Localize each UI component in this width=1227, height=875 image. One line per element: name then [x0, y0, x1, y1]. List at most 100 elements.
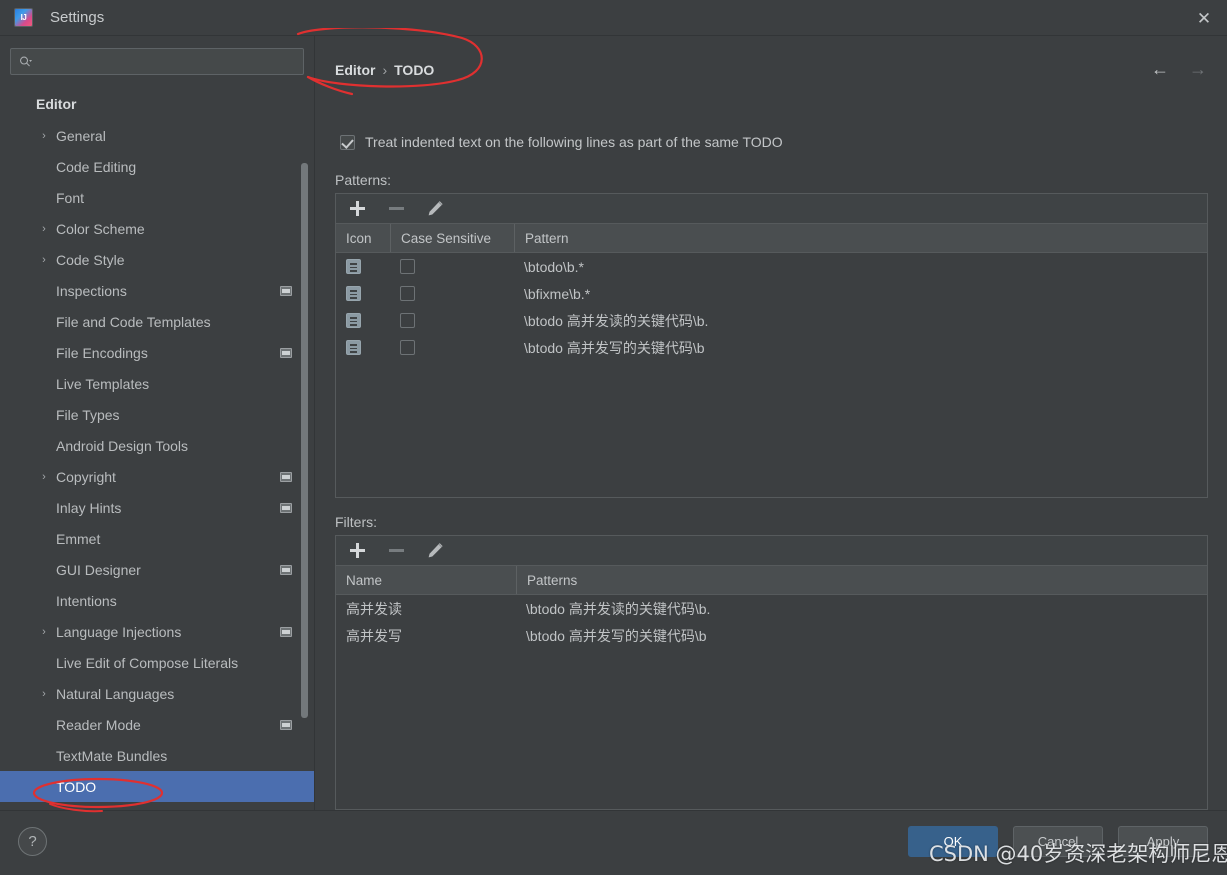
case-sensitive-cell[interactable] — [390, 253, 514, 280]
close-icon[interactable]: ✕ — [1181, 0, 1227, 36]
case-sensitive-cell[interactable] — [390, 280, 514, 307]
sidebar-item-label: GUI Designer — [56, 561, 141, 578]
chevron-right-icon[interactable]: › — [38, 626, 50, 638]
breadcrumb-parent[interactable]: Editor — [335, 62, 375, 78]
patterns-table-body: \btodo\b.* \bfixme\b.* \btodo 高并发读的关键代码\b.… — [336, 253, 1207, 361]
todo-pattern-icon — [346, 313, 361, 328]
pattern-icon-cell — [336, 334, 390, 361]
project-scope-badge-icon — [280, 564, 292, 575]
chevron-right-icon[interactable]: › — [38, 471, 50, 483]
patterns-header: Icon Case Sensitive Pattern — [336, 224, 1207, 253]
sidebar-item-live-edit-of-compose-literals[interactable]: Live Edit of Compose Literals — [0, 647, 314, 678]
sidebar-item-inspections[interactable]: Inspections — [0, 275, 314, 306]
patterns-col-case: Case Sensitive — [390, 224, 514, 252]
search-input[interactable] — [39, 49, 297, 74]
treat-indented-checkbox[interactable] — [340, 134, 355, 150]
chevron-right-icon[interactable]: › — [38, 688, 50, 700]
pattern-text-cell: \btodo 高并发写的关键代码\b — [524, 339, 705, 356]
search-icon — [20, 56, 32, 66]
filters-table-row[interactable]: 高并发写 \btodo 高并发写的关键代码\b — [336, 622, 1207, 649]
search-box[interactable] — [10, 48, 304, 75]
sidebar-item-font[interactable]: Font — [0, 182, 314, 213]
sidebar-item-copyright[interactable]: › Copyright — [0, 461, 314, 492]
sidebar-item-language-injections[interactable]: › Language Injections — [0, 616, 314, 647]
sidebar-item-label: Code Style — [56, 251, 125, 268]
sidebar-item-label: Live Templates — [56, 375, 150, 392]
sidebar-scrollbar[interactable] — [300, 88, 309, 744]
sidebar-item-gui-designer[interactable]: GUI Designer — [0, 554, 314, 585]
sidebar-item-code-style[interactable]: › Code Style — [0, 244, 314, 275]
project-scope-badge-icon — [280, 347, 292, 358]
case-sensitive-checkbox[interactable] — [400, 313, 415, 328]
sidebar-item-inlay-hints[interactable]: Inlay Hints — [0, 492, 314, 523]
pattern-text-cell: \btodo 高并发读的关键代码\b. — [524, 312, 709, 329]
sidebar-item-label: Natural Languages — [56, 685, 175, 702]
filters-add-icon[interactable] — [348, 541, 367, 560]
settings-main-panel: Editor › TODO ← → Treat indented text on t… — [316, 36, 1227, 810]
help-button[interactable]: ? — [18, 827, 47, 856]
sidebar-item-intentions[interactable]: Intentions — [0, 585, 314, 616]
sidebar-item-natural-languages[interactable]: › Natural Languages — [0, 678, 314, 709]
sidebar-item-label: Code Editing — [56, 158, 137, 175]
sidebar-item-file-and-code-templates[interactable]: File and Code Templates — [0, 306, 314, 337]
patterns-table-row[interactable]: \btodo 高并发读的关键代码\b. — [336, 307, 1207, 334]
case-sensitive-checkbox[interactable] — [400, 340, 415, 355]
project-scope-badge-icon — [280, 285, 292, 296]
case-sensitive-cell[interactable] — [390, 334, 514, 361]
search-container — [0, 36, 314, 75]
sidebar-item-code-editing[interactable]: Code Editing — [0, 151, 314, 182]
sidebar-item-android-design-tools[interactable]: Android Design Tools — [0, 430, 314, 461]
sidebar-item-file-encodings[interactable]: File Encodings — [0, 337, 314, 368]
filters-table-body: 高并发读 \btodo 高并发读的关键代码\b. 高并发写 \btodo 高并发写的关… — [336, 595, 1207, 649]
patterns-remove-icon[interactable] — [387, 199, 406, 218]
sidebar-item-todo[interactable]: TODO — [0, 771, 314, 802]
patterns-table-row[interactable]: \btodo\b.* — [336, 253, 1207, 280]
title-bar: Settings ✕ — [0, 0, 1227, 36]
chevron-right-icon[interactable]: › — [38, 254, 50, 266]
settings-dialog: Settings ✕ Editor › General Code Editing Fo… — [0, 0, 1227, 875]
sidebar-item-label: TextMate Bundles — [56, 747, 168, 764]
treat-indented-label: Treat indented text on the following lin… — [365, 134, 783, 150]
patterns-table-row[interactable]: \btodo 高并发写的关键代码\b — [336, 334, 1207, 361]
sidebar-item-label: File Encodings — [56, 344, 148, 361]
pattern-icon-cell — [336, 307, 390, 334]
settings-sidebar: Editor › General Code Editing Font › Color Sc… — [0, 36, 315, 810]
breadcrumb-current: TODO — [394, 62, 435, 78]
csdn-watermark: CSDN @40岁资深老架构师尼恩 — [929, 842, 1227, 866]
filters-remove-icon[interactable] — [387, 541, 406, 560]
project-scope-badge-icon — [280, 471, 292, 482]
case-sensitive-checkbox[interactable] — [400, 286, 415, 301]
patterns-edit-icon[interactable] — [426, 199, 445, 218]
pattern-text-cell: \btodo\b.* — [524, 258, 584, 275]
case-sensitive-cell[interactable] — [390, 307, 514, 334]
project-scope-badge-icon — [280, 719, 292, 730]
sidebar-item-reader-mode[interactable]: Reader Mode — [0, 709, 314, 740]
sidebar-item-file-types[interactable]: File Types — [0, 399, 314, 430]
sidebar-item-label: Intentions — [56, 592, 117, 609]
pattern-text-cell: \bfixme\b.* — [524, 285, 591, 302]
case-sensitive-checkbox[interactable] — [400, 259, 415, 274]
patterns-table-row[interactable]: \bfixme\b.* — [336, 280, 1207, 307]
pattern-icon-cell — [336, 280, 390, 307]
sidebar-item-emmet[interactable]: Emmet — [0, 523, 314, 554]
sidebar-item-label: General — [56, 127, 106, 144]
nav-arrows: ← → — [1147, 58, 1211, 80]
forward-arrow-icon[interactable]: → — [1185, 58, 1211, 80]
sidebar-item-general[interactable]: › General — [0, 120, 314, 151]
filters-table-row[interactable]: 高并发读 \btodo 高并发读的关键代码\b. — [336, 595, 1207, 622]
back-arrow-icon[interactable]: ← — [1147, 58, 1173, 80]
sidebar-item-live-templates[interactable]: Live Templates — [0, 368, 314, 399]
sidebar-item-label: Live Edit of Compose Literals — [56, 654, 239, 671]
sidebar-item-label: File and Code Templates — [56, 313, 211, 330]
filters-header: Name Patterns — [336, 566, 1207, 595]
chevron-right-icon[interactable]: › — [38, 223, 50, 235]
patterns-add-icon[interactable] — [348, 199, 367, 218]
treat-indented-row[interactable]: Treat indented text on the following lin… — [340, 134, 783, 150]
breadcrumb: Editor › TODO — [335, 62, 434, 78]
sidebar-item-color-scheme[interactable]: › Color Scheme — [0, 213, 314, 244]
filters-edit-icon[interactable] — [426, 541, 445, 560]
sidebar-scrollbar-thumb[interactable] — [301, 163, 308, 718]
sidebar-item-textmate-bundles[interactable]: TextMate Bundles — [0, 740, 314, 771]
chevron-right-icon[interactable]: › — [38, 130, 50, 142]
tree-section-editor: Editor — [36, 96, 77, 112]
